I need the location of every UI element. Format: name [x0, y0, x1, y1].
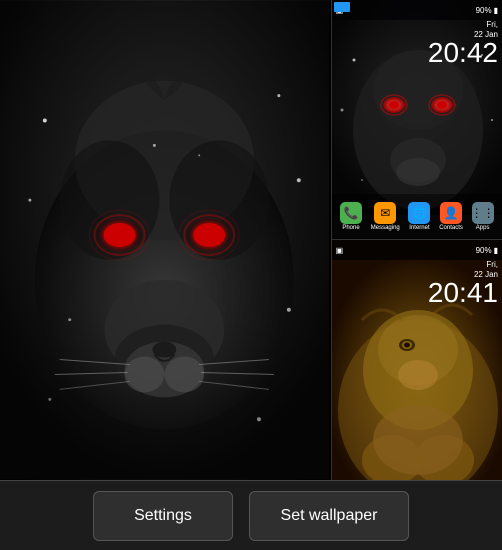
settings-button[interactable]: Settings	[93, 491, 233, 541]
selected-indicator	[334, 2, 350, 12]
dock-messaging: ✉ Messaging	[371, 202, 400, 231]
bottom-bar: Settings Set wallpaper	[0, 480, 502, 550]
right-panel: ▣ 90% ▮ Fri, 22 Jan 20:42	[331, 0, 502, 480]
phone-bottom-clock: 20:41	[428, 279, 498, 307]
phone-bottom-time: Fri, 22 Jan 20:41	[428, 260, 498, 307]
battery-text-b: 90%	[476, 246, 492, 255]
phone-preview-bottom[interactable]: ▣ 90% ▮ Fri, 22 Jan 20:41	[332, 240, 502, 480]
phone-top-clock: 20:42	[428, 39, 498, 67]
dock-phone-icon: 📞	[340, 202, 362, 224]
dock-apps-label: Apps	[476, 225, 490, 231]
phone-bottom-day: Fri,	[486, 260, 498, 270]
status-right-b: 90% ▮	[476, 246, 498, 255]
dock-internet-label: Internet	[409, 225, 429, 231]
phone-top-time: Fri, 22 Jan 20:42	[428, 20, 498, 67]
left-panel[interactable]	[0, 0, 329, 480]
phone-top-dock: 📞 Phone ✉ Messaging 🌐 Internet 👤 Contact…	[332, 194, 502, 239]
dock-apps: ⋮⋮ Apps	[472, 202, 494, 231]
dock-contacts-icon: 👤	[440, 202, 462, 224]
dock-internet: 🌐 Internet	[408, 202, 430, 231]
battery-text: 90%	[476, 6, 492, 15]
sim-icon-b: ▣	[336, 246, 344, 255]
dock-messaging-label: Messaging	[371, 225, 400, 231]
battery-icon-b: ▮	[494, 246, 498, 255]
dock-contacts: 👤 Contacts	[439, 202, 463, 231]
lion-wallpaper-preview	[0, 0, 329, 480]
dock-apps-icon: ⋮⋮	[472, 202, 494, 224]
status-right: 90% ▮	[476, 6, 498, 15]
dock-phone-label: Phone	[342, 225, 359, 231]
phone-preview-top[interactable]: ▣ 90% ▮ Fri, 22 Jan 20:42	[332, 0, 502, 240]
phone-top-status-bar: ▣ 90% ▮	[332, 0, 502, 20]
battery-icon: ▮	[494, 6, 498, 15]
phone-top-day: Fri,	[486, 20, 498, 30]
main-container: ▣ 90% ▮ Fri, 22 Jan 20:42	[0, 0, 502, 550]
dock-phone: 📞 Phone	[340, 202, 362, 231]
dock-internet-icon: 🌐	[408, 202, 430, 224]
phone-bottom-status-bar: ▣ 90% ▮	[332, 240, 502, 260]
lion-illustration	[0, 0, 329, 480]
status-left-b: ▣	[336, 246, 344, 255]
set-wallpaper-button[interactable]: Set wallpaper	[249, 491, 409, 541]
dock-contacts-label: Contacts	[439, 225, 463, 231]
preview-area: ▣ 90% ▮ Fri, 22 Jan 20:42	[0, 0, 502, 480]
dock-messaging-icon: ✉	[374, 202, 396, 224]
